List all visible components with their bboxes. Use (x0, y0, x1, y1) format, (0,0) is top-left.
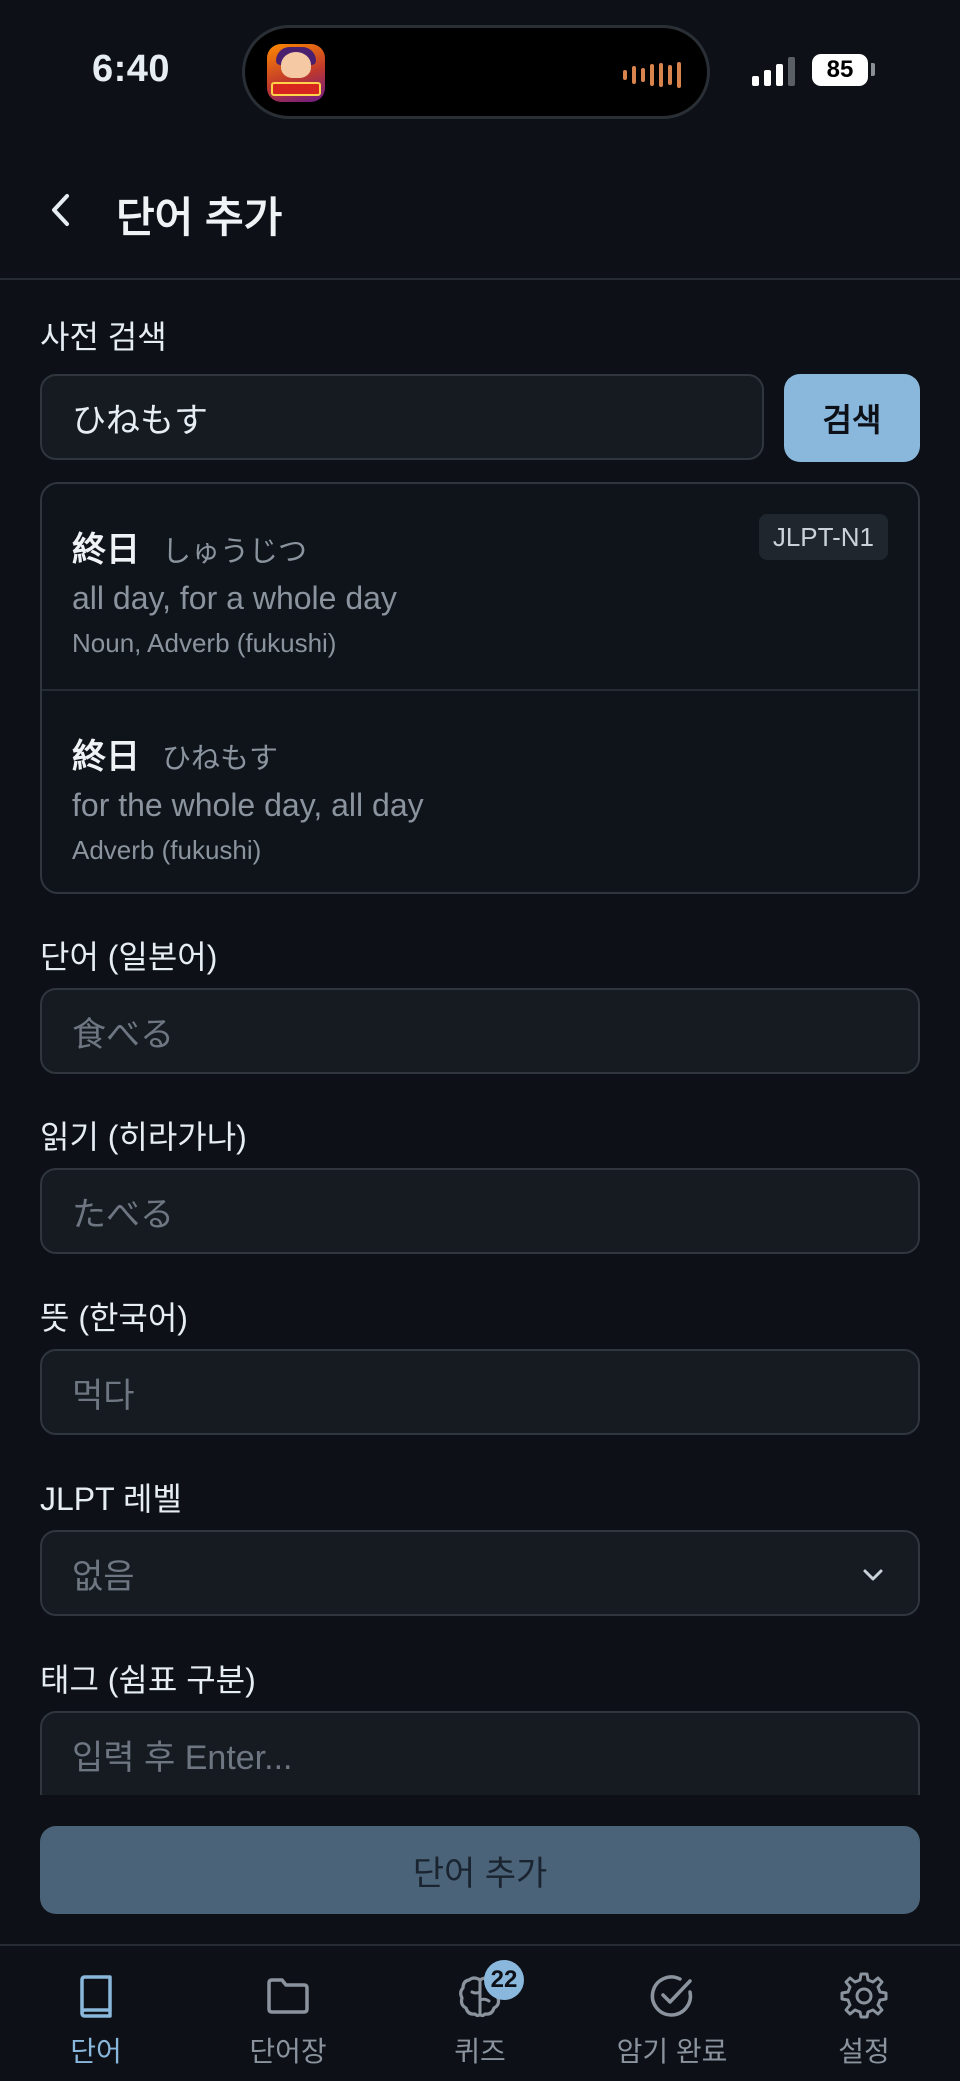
jlpt-level-select[interactable]: 없음 (40, 1530, 920, 1616)
dictionary-search-input[interactable]: ひねもす (40, 374, 764, 460)
meaning-input[interactable]: 먹다 (40, 1349, 920, 1435)
result-item[interactable]: 終日 ひねもす for the whole day, all day Adver… (42, 689, 918, 892)
tab-quiz[interactable]: 22 퀴즈 (384, 1946, 576, 2081)
word-input[interactable]: 食べる (40, 988, 920, 1074)
result-item[interactable]: 終日 しゅうじつ JLPT-N1 all day, for a whole da… (42, 484, 918, 689)
add-word-button[interactable]: 단어 추가 (40, 1826, 920, 1914)
gear-icon (840, 1972, 888, 2019)
meaning-label: 뜻 (한국어) (40, 1300, 188, 1336)
battery-icon: 85 (812, 54, 868, 86)
header: 단어 추가 (0, 140, 960, 280)
tags-label: 태그 (쉼표 구분) (40, 1662, 256, 1698)
tab-bar: 단어 단어장 22 퀴즈 암기 완료 설정 (0, 1944, 960, 2081)
dictionary-search-value: ひねもす (72, 401, 208, 440)
search-results: 終日 しゅうじつ JLPT-N1 all day, for a whole da… (40, 482, 920, 894)
check-circle-icon (650, 1975, 693, 2017)
word-label: 단어 (일본어) (40, 939, 218, 975)
tab-words[interactable]: 단어 (0, 1946, 192, 2081)
result-word: 終日 (72, 738, 140, 776)
status-time: 6:40 (92, 48, 171, 90)
folder-icon (267, 1978, 309, 2014)
audio-wave-icon (623, 62, 681, 88)
reading-placeholder: たべる (72, 1195, 174, 1234)
tags-placeholder: 입력 후 Enter... (72, 1738, 293, 1777)
chevron-down-icon (863, 1569, 883, 1581)
status-bar: 6:40 85 (0, 0, 960, 140)
tags-input[interactable]: 입력 후 Enter... (40, 1711, 920, 1795)
reading-label: 읽기 (히라가나) (40, 1119, 247, 1155)
quiz-count-badge: 22 (484, 1960, 524, 2000)
app-icon (267, 44, 325, 102)
dynamic-island (242, 25, 710, 119)
result-part-of-speech: Adverb (fukushi) (72, 835, 262, 865)
result-meaning: all day, for a whole day (72, 580, 397, 616)
tab-wordbook[interactable]: 단어장 (192, 1946, 384, 2081)
reading-input[interactable]: たべる (40, 1168, 920, 1254)
result-part-of-speech: Noun, Adverb (fukushi) (72, 628, 337, 658)
chevron-left-icon (52, 194, 69, 226)
meaning-placeholder: 먹다 (72, 1376, 135, 1415)
page-title: 단어 추가 (116, 194, 283, 241)
result-reading: しゅうじつ (162, 536, 308, 568)
jlpt-level-value: 없음 (72, 1557, 135, 1596)
back-button[interactable] (40, 188, 84, 232)
result-reading: ひねもす (162, 743, 279, 775)
book-icon (80, 1975, 112, 2018)
tab-settings[interactable]: 설정 (768, 1946, 960, 2081)
word-placeholder: 食べる (72, 1015, 174, 1054)
jlpt-badge: JLPT-N1 (758, 514, 888, 560)
search-button[interactable]: 검색 (784, 374, 920, 462)
signal-icon (752, 56, 795, 86)
tab-memorized[interactable]: 암기 완료 (576, 1946, 768, 2081)
result-word: 終日 (72, 531, 140, 569)
dictionary-search-label: 사전 검색 (40, 319, 167, 355)
result-meaning: for the whole day, all day (72, 787, 424, 823)
jlpt-level-label: JLPT 레벨 (40, 1481, 182, 1517)
